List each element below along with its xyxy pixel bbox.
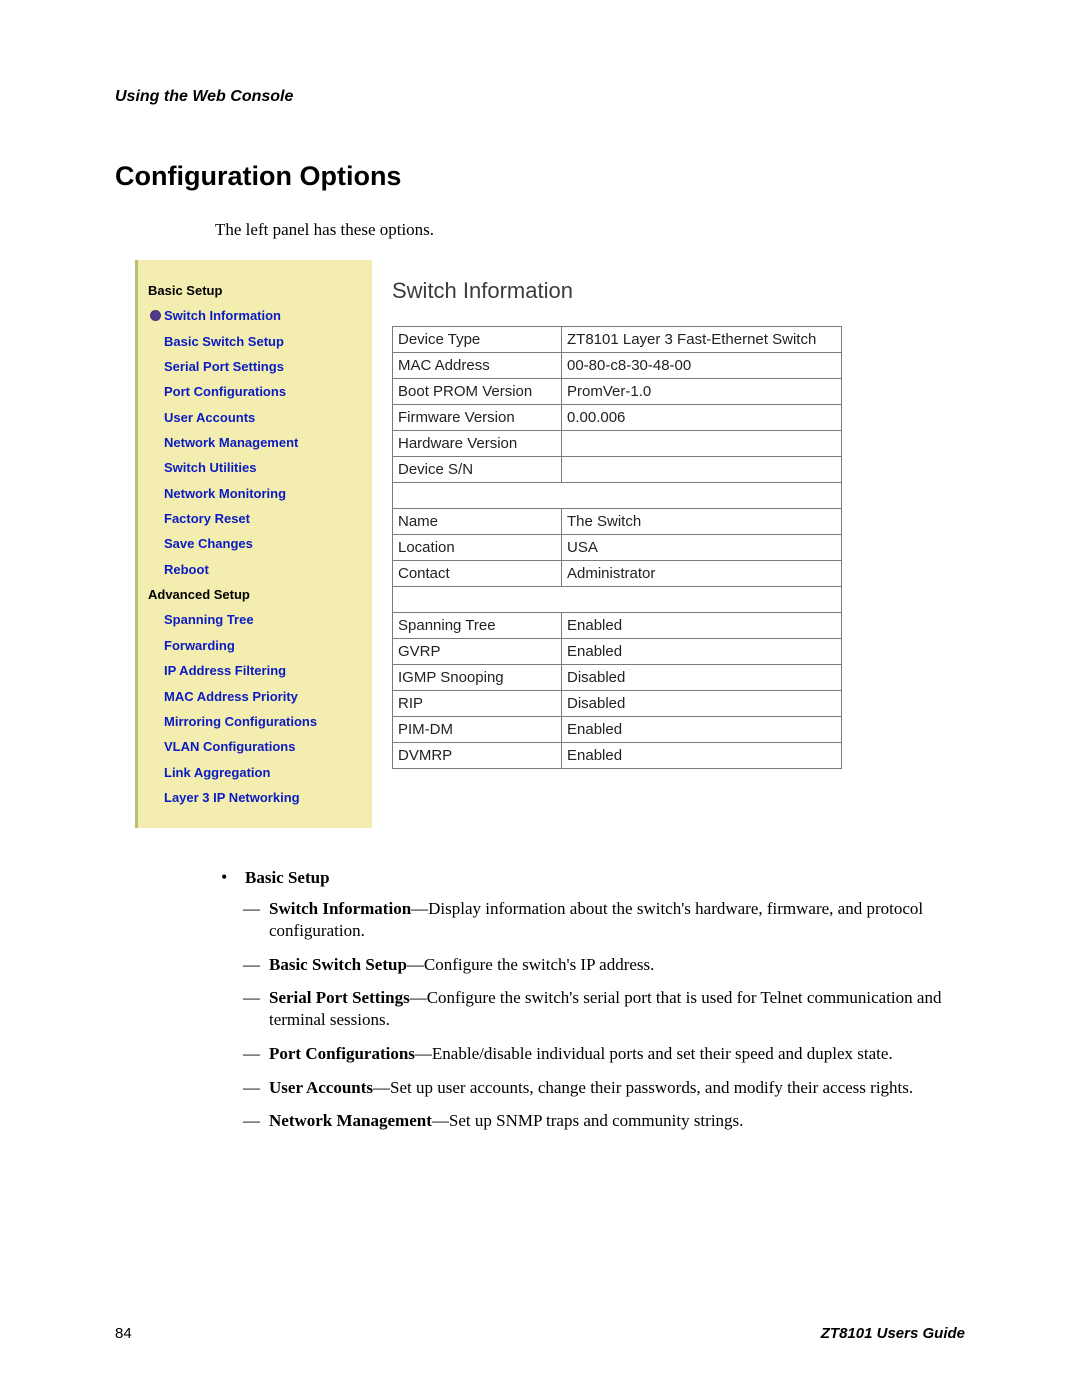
- info-key: Boot PROM Version: [393, 379, 562, 405]
- section-intro: The left panel has these options.: [215, 220, 965, 240]
- sidebar: Basic SetupSwitch InformationBasic Switc…: [138, 260, 372, 828]
- info-value: 00-80-c8-30-48-00: [562, 353, 842, 379]
- info-key: Contact: [393, 561, 562, 587]
- info-key: DVMRP: [393, 743, 562, 769]
- sidebar-item[interactable]: MAC Address Priority: [164, 684, 364, 709]
- info-value: ZT8101 Layer 3 Fast-Ethernet Switch: [562, 327, 842, 353]
- info-key: Firmware Version: [393, 405, 562, 431]
- list-item: Port Configurations—Enable/disable indiv…: [269, 1043, 965, 1065]
- sidebar-item[interactable]: User Accounts: [164, 405, 364, 430]
- list-item: User Accounts—Set up user accounts, chan…: [269, 1077, 965, 1099]
- sidebar-item[interactable]: IP Address Filtering: [164, 658, 364, 683]
- list-item-term: Serial Port Settings: [269, 988, 410, 1007]
- info-value: [562, 457, 842, 483]
- sidebar-item[interactable]: Mirroring Configurations: [164, 709, 364, 734]
- info-value: Administrator: [562, 561, 842, 587]
- info-value: PromVer-1.0: [562, 379, 842, 405]
- sidebar-group-label: Advanced Setup: [148, 582, 364, 607]
- info-value: 0.00.006: [562, 405, 842, 431]
- sidebar-item[interactable]: Basic Switch Setup: [164, 329, 364, 354]
- info-value: The Switch: [562, 509, 842, 535]
- list-item: Network Management—Set up SNMP traps and…: [269, 1110, 965, 1132]
- sidebar-item[interactable]: Network Monitoring: [164, 481, 364, 506]
- guide-title: ZT8101 Users Guide: [821, 1325, 965, 1342]
- info-value: [562, 431, 842, 457]
- sidebar-item[interactable]: Reboot: [164, 557, 364, 582]
- table-row: Hardware Version: [393, 431, 842, 457]
- sidebar-item[interactable]: Switch Information: [164, 303, 364, 328]
- list-item: Basic Switch Setup—Configure the switch'…: [269, 954, 965, 976]
- info-key: Device Type: [393, 327, 562, 353]
- info-key: GVRP: [393, 639, 562, 665]
- sidebar-item[interactable]: Layer 3 IP Networking: [164, 785, 364, 810]
- switch-info-table: Device TypeZT8101 Layer 3 Fast-Ethernet …: [392, 326, 842, 769]
- table-row: MAC Address00-80-c8-30-48-00: [393, 353, 842, 379]
- sidebar-item[interactable]: VLAN Configurations: [164, 734, 364, 759]
- body-list: Switch Information—Display information a…: [245, 898, 965, 1132]
- table-row: Device S/N: [393, 457, 842, 483]
- sidebar-item[interactable]: Link Aggregation: [164, 760, 364, 785]
- list-item: Switch Information—Display information a…: [269, 898, 965, 942]
- info-key: MAC Address: [393, 353, 562, 379]
- table-row: Firmware Version0.00.006: [393, 405, 842, 431]
- sidebar-group-label: Basic Setup: [148, 278, 364, 303]
- page-number: 84: [115, 1325, 132, 1342]
- table-row: RIPDisabled: [393, 691, 842, 717]
- info-value: Enabled: [562, 613, 842, 639]
- body-content: Basic Setup Switch Information—Display i…: [215, 868, 965, 1132]
- main-pane: Switch Information Device TypeZT8101 Lay…: [372, 260, 875, 828]
- page-footer: 84 ZT8101 Users Guide: [115, 1325, 965, 1342]
- list-item-term: Network Management: [269, 1111, 432, 1130]
- list-item-desc: —Configure the switch's IP address.: [407, 955, 654, 974]
- sidebar-item[interactable]: Switch Utilities: [164, 455, 364, 480]
- list-item-term: Port Configurations: [269, 1044, 415, 1063]
- table-row: Spanning TreeEnabled: [393, 613, 842, 639]
- sidebar-item[interactable]: Forwarding: [164, 633, 364, 658]
- info-value: Enabled: [562, 743, 842, 769]
- info-value: USA: [562, 535, 842, 561]
- info-value: Disabled: [562, 691, 842, 717]
- info-key: Spanning Tree: [393, 613, 562, 639]
- table-row: Device TypeZT8101 Layer 3 Fast-Ethernet …: [393, 327, 842, 353]
- main-pane-title: Switch Information: [392, 278, 875, 304]
- list-item-desc: —Enable/disable individual ports and set…: [415, 1044, 893, 1063]
- table-row: [393, 587, 842, 613]
- info-value: Enabled: [562, 639, 842, 665]
- table-row: GVRPEnabled: [393, 639, 842, 665]
- table-row: ContactAdministrator: [393, 561, 842, 587]
- sidebar-item[interactable]: Network Management: [164, 430, 364, 455]
- table-row: LocationUSA: [393, 535, 842, 561]
- sidebar-item[interactable]: Save Changes: [164, 531, 364, 556]
- list-item: Serial Port Settings—Configure the switc…: [269, 987, 965, 1031]
- info-value: Enabled: [562, 717, 842, 743]
- info-key: RIP: [393, 691, 562, 717]
- list-item-term: Basic Switch Setup: [269, 955, 407, 974]
- list-item-desc: —Set up user accounts, change their pass…: [373, 1078, 913, 1097]
- table-row: [393, 483, 842, 509]
- table-row: DVMRPEnabled: [393, 743, 842, 769]
- sidebar-item[interactable]: Port Configurations: [164, 379, 364, 404]
- list-item-term: User Accounts: [269, 1078, 373, 1097]
- table-row: NameThe Switch: [393, 509, 842, 535]
- table-row: IGMP SnoopingDisabled: [393, 665, 842, 691]
- console-screenshot: Basic SetupSwitch InformationBasic Switc…: [135, 260, 965, 828]
- list-item-desc: —Set up SNMP traps and community strings…: [432, 1111, 744, 1130]
- info-key: Location: [393, 535, 562, 561]
- info-key: Name: [393, 509, 562, 535]
- info-key: Hardware Version: [393, 431, 562, 457]
- info-key: PIM-DM: [393, 717, 562, 743]
- info-value: Disabled: [562, 665, 842, 691]
- info-key: Device S/N: [393, 457, 562, 483]
- sidebar-item[interactable]: Spanning Tree: [164, 607, 364, 632]
- section-title: Configuration Options: [115, 161, 965, 192]
- running-header: Using the Web Console: [115, 88, 965, 106]
- body-group-label: Basic Setup: [245, 868, 330, 887]
- table-row: PIM-DMEnabled: [393, 717, 842, 743]
- table-row: Boot PROM VersionPromVer-1.0: [393, 379, 842, 405]
- sidebar-item[interactable]: Factory Reset: [164, 506, 364, 531]
- info-key: IGMP Snooping: [393, 665, 562, 691]
- list-item-term: Switch Information: [269, 899, 411, 918]
- sidebar-item[interactable]: Serial Port Settings: [164, 354, 364, 379]
